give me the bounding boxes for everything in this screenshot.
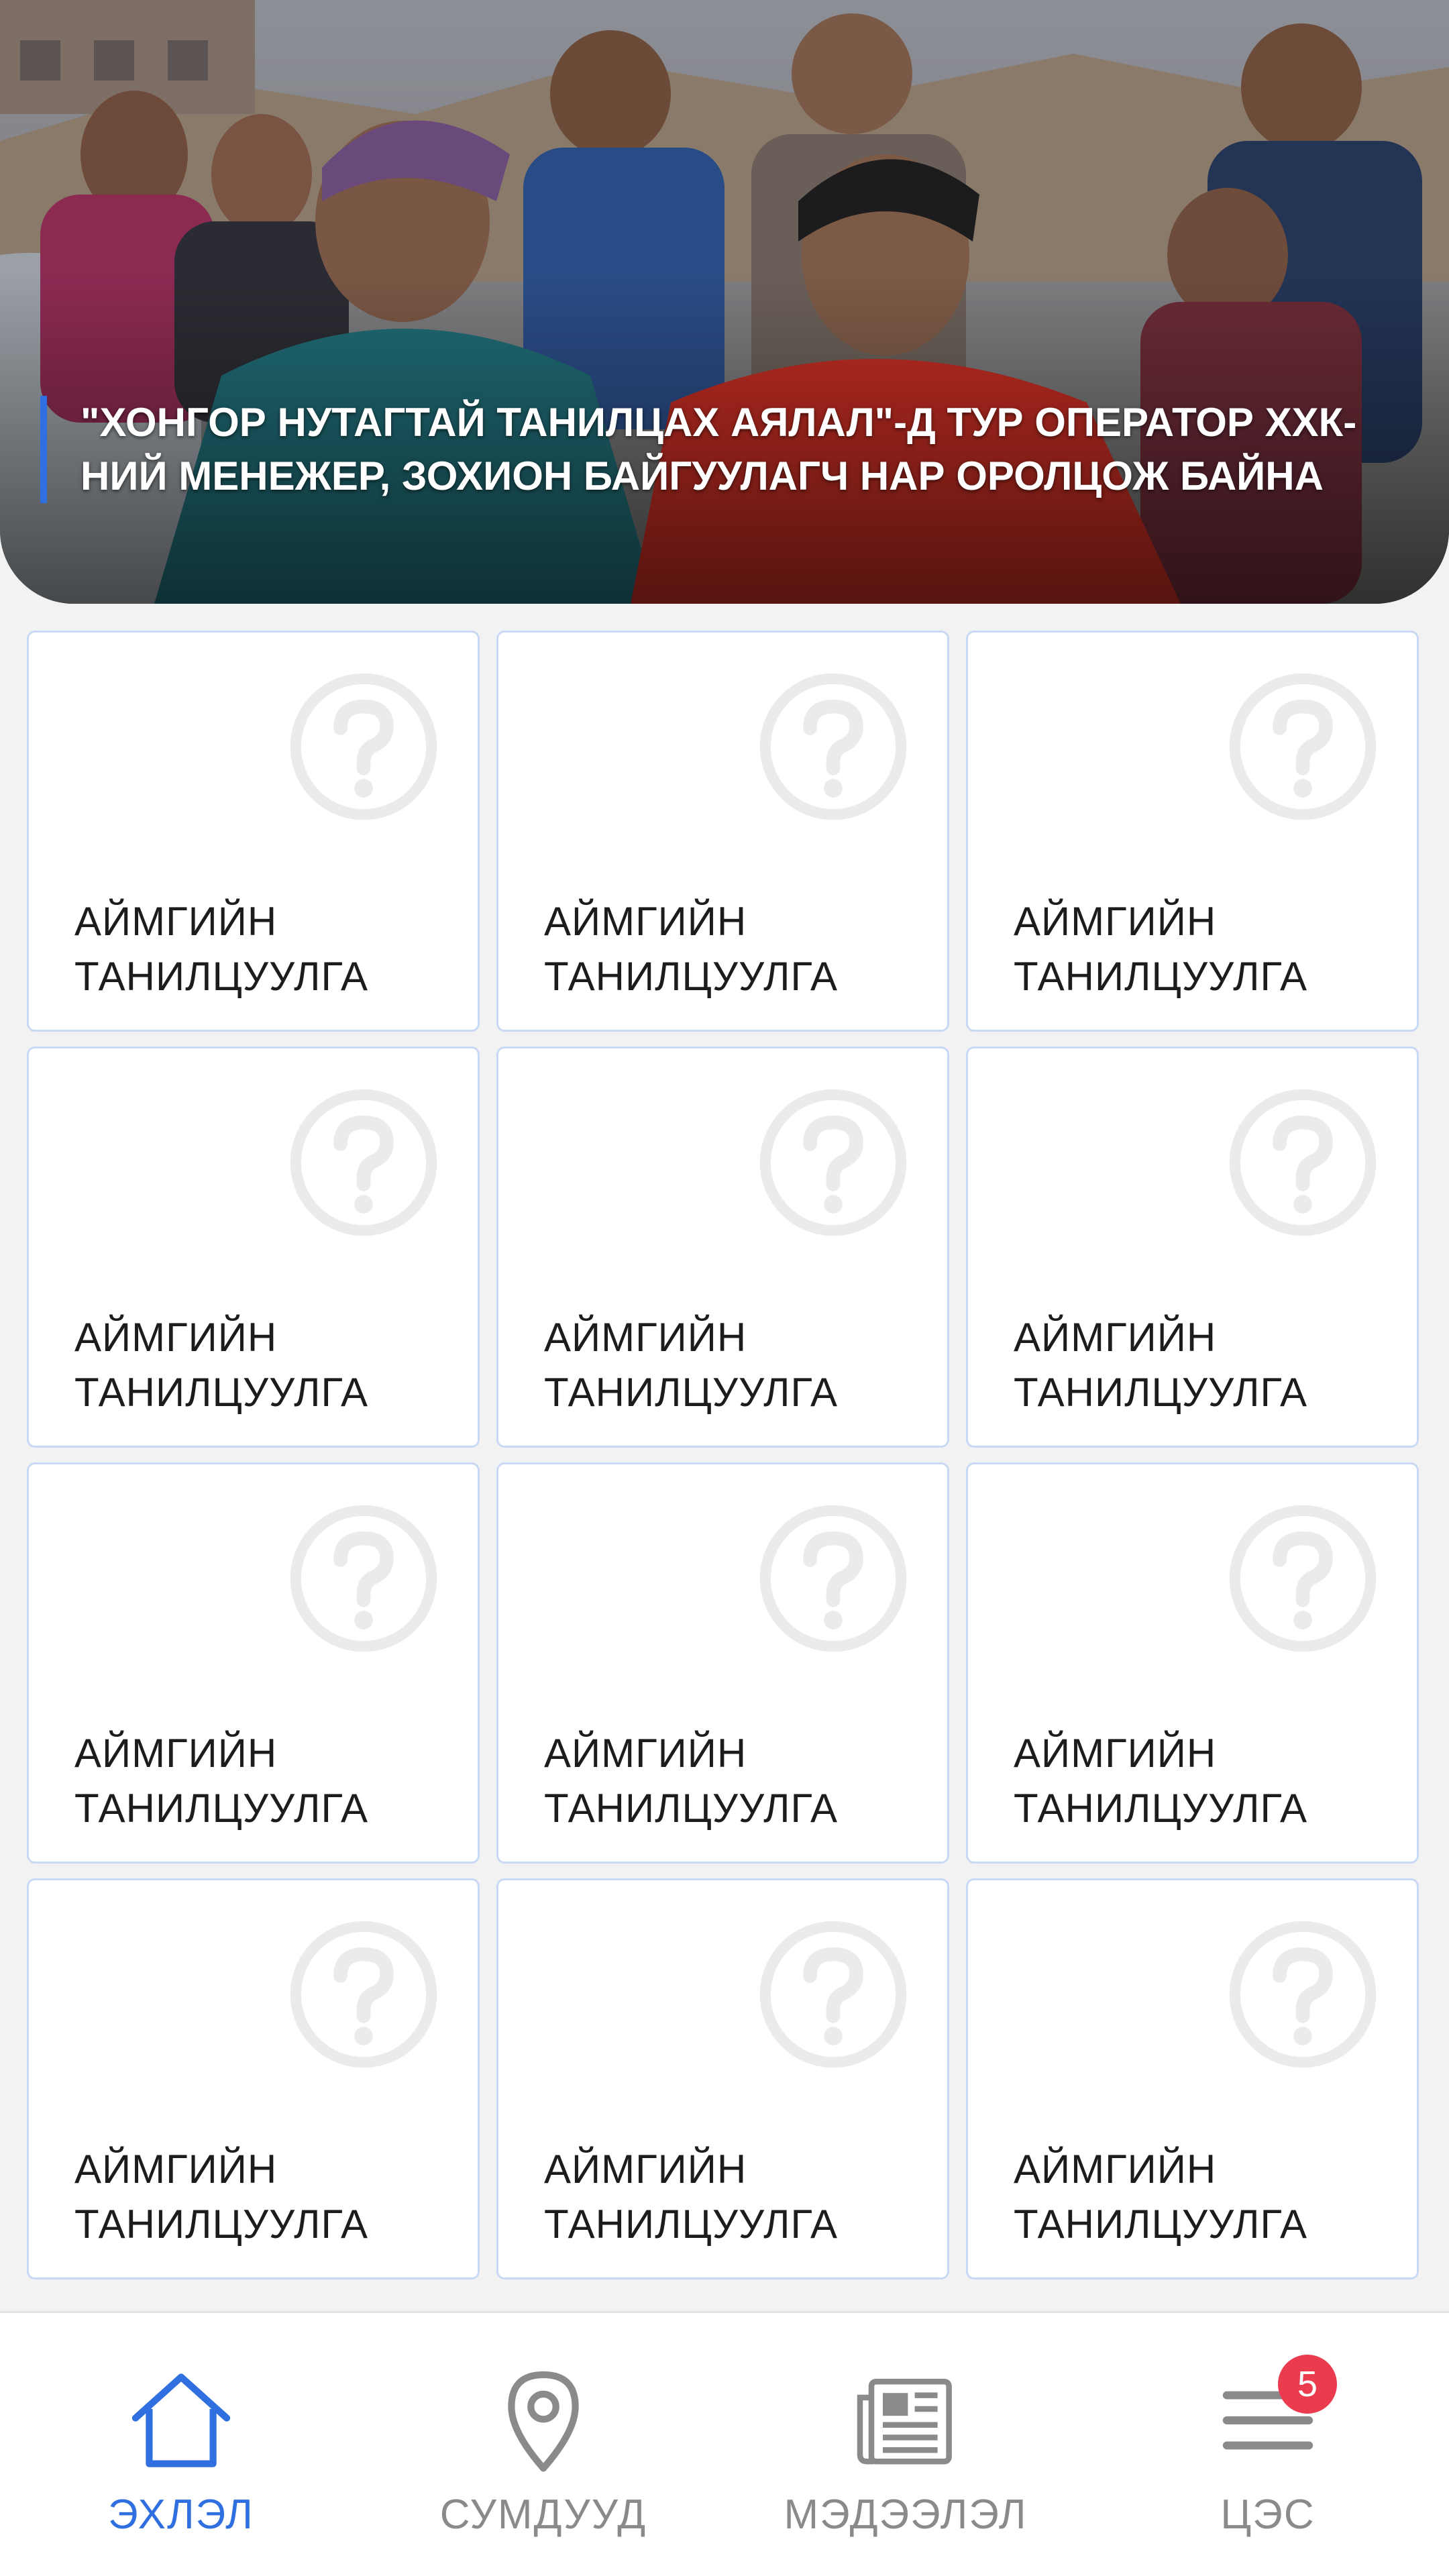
category-label: АЙМГИЙН ТАНИЛЦУУЛГА <box>74 899 369 999</box>
nav-item-news[interactable]: МЭДЭЭЛЭЛ <box>724 2313 1087 2576</box>
category-label: АЙМГИЙН ТАНИЛЦУУЛГА <box>544 1315 839 1415</box>
question-circle-icon <box>759 673 907 820</box>
question-circle-icon <box>1229 1921 1377 2068</box>
category-label: АЙМГИЙН ТАНИЛЦУУЛГА <box>74 1731 369 1831</box>
category-card[interactable]: АЙМГИЙН ТАНИЛЦУУЛГА <box>966 631 1419 1032</box>
category-label: АЙМГИЙН ТАНИЛЦУУЛГА <box>1014 899 1308 999</box>
category-label: АЙМГИЙН ТАНИЛЦУУЛГА <box>1014 1315 1308 1415</box>
location-pin-icon <box>508 2371 579 2472</box>
nav-label-soums: СУМДУУД <box>439 2491 647 2538</box>
category-label: АЙМГИЙН ТАНИЛЦУУЛГА <box>544 2147 839 2247</box>
question-circle-icon <box>290 1505 437 1652</box>
category-card[interactable]: АЙМГИЙН ТАНИЛЦУУЛГА <box>496 1878 949 2279</box>
category-grid: АЙМГИЙН ТАНИЛЦУУЛГА АЙМГИЙН ТАНИЛЦУУЛГА … <box>27 631 1422 2279</box>
app-screen: "ХОНГОР НУТАГТАЙ ТАНИЛЦАХ АЯЛАЛ"-Д ТУР О… <box>0 0 1449 2576</box>
category-label: АЙМГИЙН ТАНИЛЦУУЛГА <box>1014 2147 1308 2247</box>
category-card[interactable]: АЙМГИЙН ТАНИЛЦУУЛГА <box>496 631 949 1032</box>
category-card[interactable]: АЙМГИЙН ТАНИЛЦУУЛГА <box>966 1462 1419 1864</box>
category-card[interactable]: АЙМГИЙН ТАНИЛЦУУЛГА <box>27 631 480 1032</box>
question-circle-icon <box>759 1505 907 1652</box>
notification-badge: 5 <box>1278 2355 1337 2414</box>
hero-caption: "ХОНГОР НУТАГТАЙ ТАНИЛЦАХ АЯЛАЛ"-Д ТУР О… <box>40 396 1409 503</box>
category-card[interactable]: АЙМГИЙН ТАНИЛЦУУЛГА <box>27 1462 480 1864</box>
question-circle-icon <box>759 1089 907 1236</box>
nav-label-home: ЭХЛЭЛ <box>108 2491 254 2538</box>
nav-label-menu: ЦЭС <box>1220 2491 1316 2538</box>
category-card[interactable]: АЙМГИЙН ТАНИЛЦУУЛГА <box>496 1462 949 1864</box>
category-label: АЙМГИЙН ТАНИЛЦУУЛГА <box>1014 1731 1308 1831</box>
category-card[interactable]: АЙМГИЙН ТАНИЛЦУУЛГА <box>27 1878 480 2279</box>
nav-item-soums[interactable]: СУМДУУД <box>362 2313 724 2576</box>
question-circle-icon <box>759 1921 907 2068</box>
question-circle-icon <box>290 1921 437 2068</box>
question-circle-icon <box>1229 1505 1377 1652</box>
category-card[interactable]: АЙМГИЙН ТАНИЛЦУУЛГА <box>966 1878 1419 2279</box>
home-icon <box>131 2373 231 2467</box>
category-label: АЙМГИЙН ТАНИЛЦУУЛГА <box>544 899 839 999</box>
question-circle-icon <box>290 673 437 820</box>
category-label: АЙМГИЙН ТАНИЛЦУУЛГА <box>74 1315 369 1415</box>
hero-photo <box>0 0 1449 604</box>
nav-label-news: МЭДЭЭЛЭЛ <box>784 2491 1028 2538</box>
category-card[interactable]: АЙМГИЙН ТАНИЛЦУУЛГА <box>496 1046 949 1448</box>
question-circle-icon <box>290 1089 437 1236</box>
nav-item-home[interactable]: ЭХЛЭЛ <box>0 2313 362 2576</box>
category-label: АЙМГИЙН ТАНИЛЦУУЛГА <box>544 1731 839 1831</box>
newspaper-icon <box>857 2378 952 2465</box>
hero-banner[interactable]: "ХОНГОР НУТАГТАЙ ТАНИЛЦАХ АЯЛАЛ"-Д ТУР О… <box>0 0 1449 604</box>
category-label: АЙМГИЙН ТАНИЛЦУУЛГА <box>74 2147 369 2247</box>
bottom-navigation: ЭХЛЭЛ СУМДУУД МЭДЭЭЛЭЛ 5 ЦЭС <box>0 2311 1449 2576</box>
category-card[interactable]: АЙМГИЙН ТАНИЛЦУУЛГА <box>27 1046 480 1448</box>
nav-item-menu[interactable]: 5 ЦЭС <box>1087 2313 1449 2576</box>
category-card[interactable]: АЙМГИЙН ТАНИЛЦУУЛГА <box>966 1046 1419 1448</box>
question-circle-icon <box>1229 673 1377 820</box>
question-circle-icon <box>1229 1089 1377 1236</box>
